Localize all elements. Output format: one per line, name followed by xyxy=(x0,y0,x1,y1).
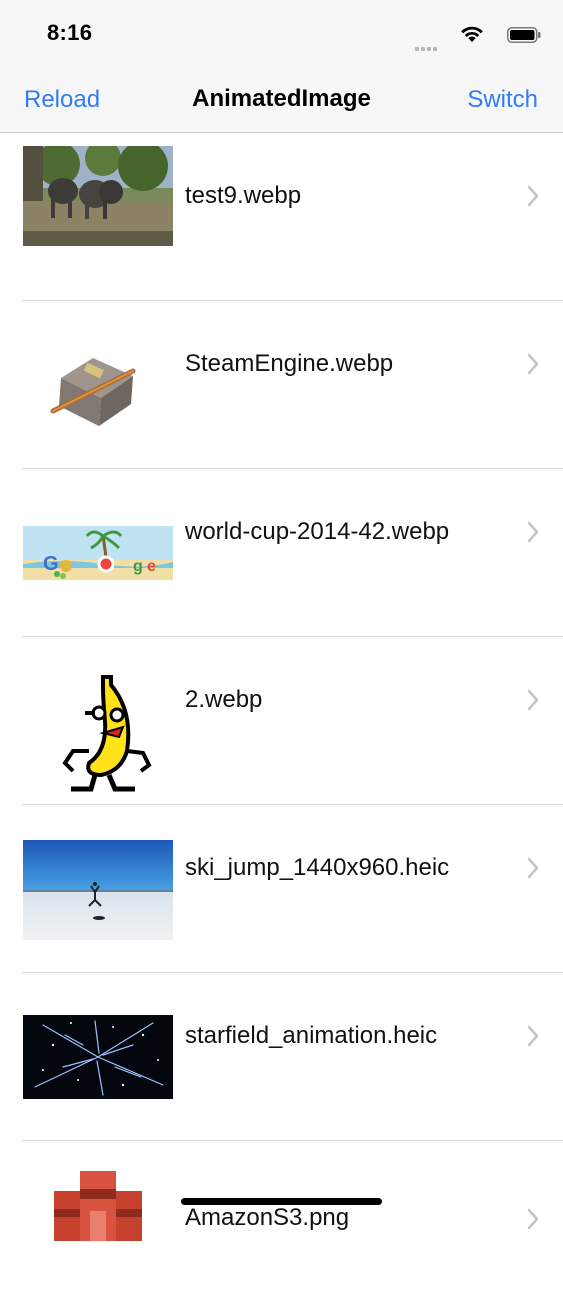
switch-button[interactable]: Switch xyxy=(467,86,538,114)
chevron-right-icon xyxy=(527,185,539,207)
status-bar: 8:16 xyxy=(0,0,563,70)
svg-text:e: e xyxy=(147,558,156,575)
starfield-thumbnail xyxy=(23,1015,173,1099)
list-item[interactable]: ski_jump_1440x960.heic xyxy=(0,805,563,973)
row-label: starfield_animation.heic xyxy=(185,1022,438,1049)
list-item[interactable]: starfield_animation.heic xyxy=(0,973,563,1141)
ski-jump-thumbnail xyxy=(23,840,173,940)
list-item[interactable]: AmazonS3.png xyxy=(0,1141,563,1309)
chevron-right-icon xyxy=(527,353,539,375)
chevron-right-icon xyxy=(527,1025,539,1047)
row-label: SteamEngine.webp xyxy=(185,350,394,377)
row-label: AmazonS3.png xyxy=(185,1204,350,1231)
navigation-bar: Reload AnimatedImage Switch xyxy=(0,70,563,133)
list-item[interactable]: 2.webp xyxy=(0,637,563,805)
list-item[interactable]: G g e world-cup-2014-42.webp xyxy=(0,469,563,637)
home-indicator[interactable] xyxy=(181,1198,382,1205)
dancing-banana-thumbnail xyxy=(62,675,152,792)
wifi-icon xyxy=(461,26,483,42)
status-time: 8:16 xyxy=(47,20,93,45)
row-label: 2.webp xyxy=(185,686,263,713)
cellular-signal-icon xyxy=(415,38,443,51)
row-label: test9.webp xyxy=(185,182,302,209)
steam-engine-thumbnail xyxy=(50,358,136,426)
elephants-thumbnail xyxy=(23,146,173,246)
chevron-right-icon xyxy=(527,1208,539,1230)
battery-icon xyxy=(507,27,541,43)
chevron-right-icon xyxy=(527,857,539,879)
amazon-s3-logo-thumbnail xyxy=(54,1171,142,1241)
list-item[interactable]: test9.webp xyxy=(0,133,563,301)
chevron-right-icon xyxy=(527,521,539,543)
svg-text:g: g xyxy=(133,558,143,575)
chevron-right-icon xyxy=(527,689,539,711)
row-label: ski_jump_1440x960.heic xyxy=(185,854,450,881)
row-label: world-cup-2014-42.webp xyxy=(185,518,450,545)
image-list: test9.webp SteamEngine.webp G g e world-… xyxy=(0,133,563,1309)
list-item[interactable]: SteamEngine.webp xyxy=(0,301,563,469)
world-cup-doodle-thumbnail: G g e xyxy=(23,526,173,580)
